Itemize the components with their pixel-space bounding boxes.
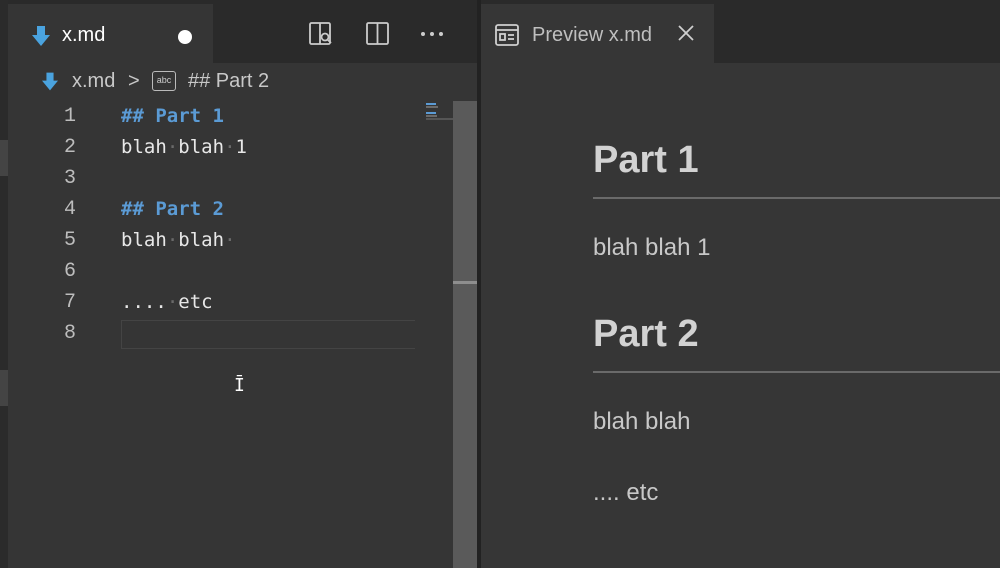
preview-paragraph: blah blah 1 (593, 234, 711, 261)
line-text: ....·etc (121, 291, 213, 313)
tab-label: Preview x.md (532, 24, 653, 46)
preview-icon (495, 24, 519, 46)
close-icon[interactable] (677, 24, 695, 42)
line-number: 1 (63, 105, 76, 128)
line-text: ## Part 2 (121, 198, 224, 220)
activity-edge (0, 0, 8, 568)
right-tab-bar: Preview x.md (481, 0, 1000, 63)
preview-heading: Part 1 (593, 139, 699, 181)
line-number: 2 (63, 136, 76, 159)
preview-paragraph: blah blah (593, 408, 691, 435)
split-editor-icon[interactable] (365, 21, 391, 47)
more-actions-icon[interactable] (419, 21, 445, 47)
edge-marker (0, 140, 8, 176)
string-symbol-icon: abc (152, 71, 176, 91)
code-editor[interactable]: 1 ## Part 1 2 blah·blah·1 3 4 ## Part 2 … (8, 101, 461, 568)
preview-paragraph: .... etc (593, 479, 659, 506)
scrollbar-position-marker (453, 281, 477, 284)
code-line: 3 (8, 163, 453, 194)
text-cursor-icon: Ī (234, 375, 245, 396)
code-line: 6 (8, 256, 453, 287)
line-text: ## Part 1 (121, 105, 224, 127)
breadcrumb: x.md > abc ## Part 2 (8, 63, 453, 101)
open-preview-to-side-icon[interactable] (308, 21, 334, 47)
markdown-file-icon (42, 72, 58, 91)
code-line: 4 ## Part 2 (8, 194, 453, 225)
tab-x-md[interactable]: x.md (8, 4, 213, 63)
line-text: blah·blah·1 (121, 136, 247, 158)
line-number: 6 (63, 260, 76, 283)
heading-rule (593, 371, 1000, 373)
code-line: 2 blah·blah·1 (8, 132, 453, 163)
preview-heading: Part 2 (593, 313, 699, 355)
edge-marker (0, 370, 8, 406)
code-line: 1 ## Part 1 (8, 101, 453, 132)
left-editor-group: x.md x.md > abc ## Part 2 1 ## Part 1 2 … (0, 0, 477, 568)
line-number: 3 (63, 167, 76, 190)
code-line: 5 blah·blah· (8, 225, 453, 256)
line-text: blah·blah· (121, 229, 236, 251)
breadcrumb-heading[interactable]: ## Part 2 (188, 70, 269, 93)
heading-rule (593, 197, 1000, 199)
markdown-file-icon (32, 26, 50, 46)
line-number: 8 (63, 322, 76, 345)
current-line-highlight (121, 320, 415, 349)
unsaved-dot-icon[interactable] (178, 30, 192, 44)
breadcrumb-file[interactable]: x.md (72, 70, 115, 93)
tab-preview-x-md[interactable]: Preview x.md (481, 4, 714, 63)
right-editor-group: Preview x.md Part 1 blah blah 1 Part 2 b… (481, 0, 1000, 568)
tab-label: x.md (62, 24, 106, 46)
left-tab-bar: x.md (8, 0, 477, 63)
editor-scrollbar[interactable] (453, 101, 477, 568)
line-number: 5 (63, 229, 76, 252)
markdown-preview[interactable]: Part 1 blah blah 1 Part 2 blah blah ....… (593, 63, 1000, 568)
line-number: 7 (63, 291, 76, 314)
breadcrumb-separator: > (128, 70, 140, 92)
line-number: 4 (63, 198, 76, 221)
code-line: 7 ....·etc (8, 287, 453, 318)
